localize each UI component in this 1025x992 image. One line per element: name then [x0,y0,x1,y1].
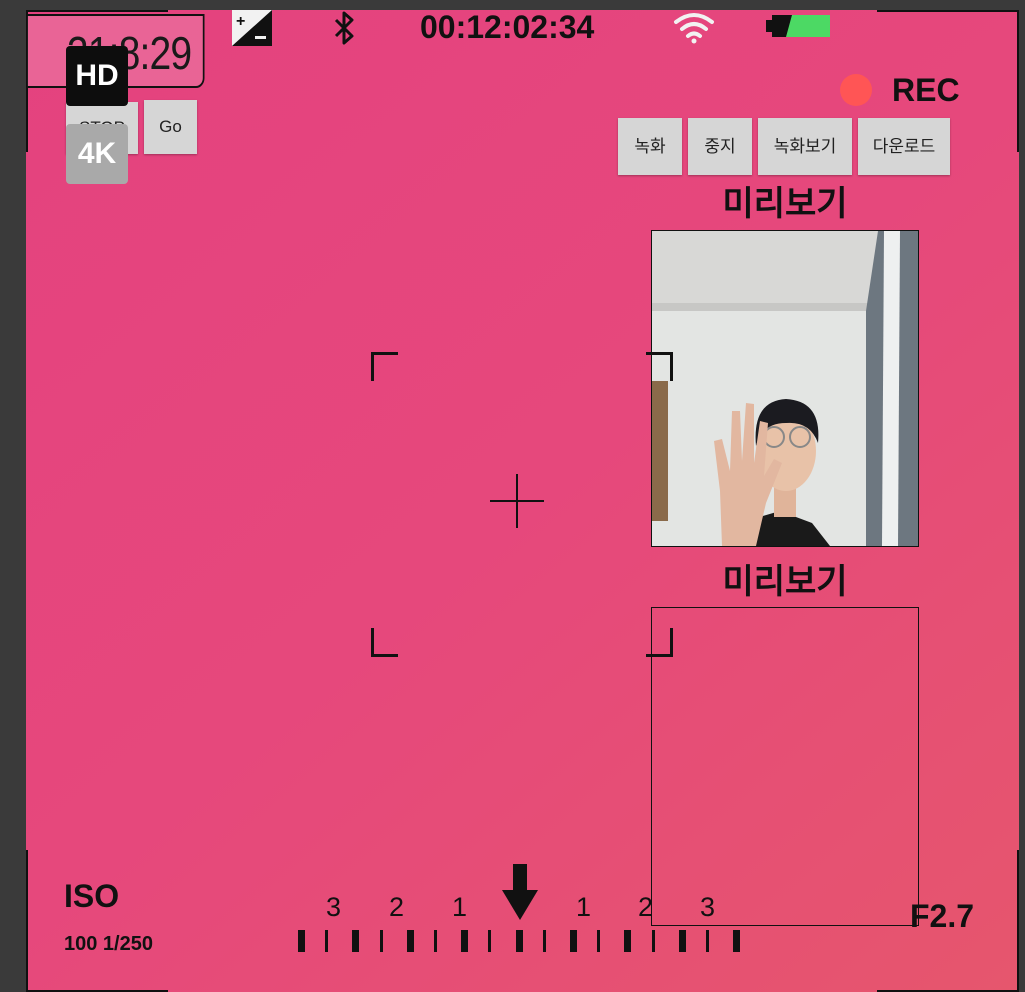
camera-viewfinder: 21:8:29 STOP Go HD 4K + 00:12:02:34 [26,10,1019,992]
exposure-tick [733,930,741,952]
exposure-tick [488,930,492,952]
exposure-tick [461,930,469,952]
exposure-tick [678,930,686,952]
exposure-tick [651,930,655,952]
aperture-value: F2.7 [910,898,975,934]
exposure-tick [434,930,437,952]
exposure-tick [542,930,546,952]
exposure-tick [406,930,414,952]
exposure-tick [570,930,577,952]
exposure-tick [706,930,709,952]
exposure-tick [352,930,360,952]
exposure-tick [597,930,601,952]
exposure-tick [624,930,632,952]
exposure-tick [379,930,383,952]
exposure-tick [515,930,523,952]
exposure-tick [298,930,305,952]
exposure-tick-scale [26,10,1019,992]
exposure-tick [325,930,329,952]
